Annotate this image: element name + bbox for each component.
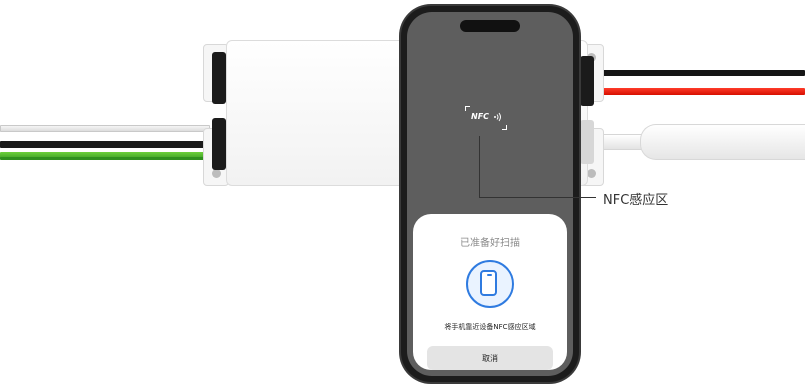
illustration: NFC 已准备好扫描 将手机靠近设备NFC感应区域 取消 NFC感应区: [0, 0, 805, 385]
phone-screen: NFC 已准备好扫描 将手机靠近设备NFC感应区域 取消: [407, 12, 573, 376]
wire-green-left-stripe: [0, 157, 210, 160]
nfc-wave-icon: [494, 112, 501, 122]
callout-line-vertical: [479, 136, 480, 198]
phone-glyph-icon: [480, 270, 497, 296]
nfc-corner-bottom-right: [502, 125, 507, 130]
cancel-button[interactable]: 取消: [427, 346, 553, 370]
screw-hole: [587, 169, 596, 178]
phone-notch: [460, 20, 520, 32]
screw-hole: [212, 169, 221, 178]
callout-label: NFC感应区: [603, 193, 669, 208]
sheet-hint: 将手机靠近设备NFC感应区域: [444, 323, 536, 331]
wire-black-right: [590, 70, 805, 76]
wire-clamp-left-top: [212, 52, 226, 104]
wire-black-left: [0, 141, 210, 148]
cable-white-right: [640, 124, 805, 160]
scan-sheet: 已准备好扫描 将手机靠近设备NFC感应区域 取消: [413, 214, 567, 370]
wire-clamp-right-bottom: [580, 120, 594, 164]
wire-clamp-left-bottom: [212, 118, 226, 170]
callout-line-horizontal: [479, 197, 596, 198]
nfc-corner-top-left: [465, 106, 470, 111]
wire-clamp-right-top: [580, 56, 594, 106]
nfc-marker: NFC: [465, 106, 507, 130]
nfc-label: NFC: [471, 112, 490, 121]
wire-red-right: [590, 88, 805, 95]
phone: NFC 已准备好扫描 将手机靠近设备NFC感应区域 取消: [401, 6, 579, 382]
phone-glyph-speaker: [487, 274, 492, 276]
sheet-title: 已准备好扫描: [460, 238, 520, 249]
phone-scan-icon: [466, 260, 514, 308]
wire-white-left: [0, 125, 210, 132]
